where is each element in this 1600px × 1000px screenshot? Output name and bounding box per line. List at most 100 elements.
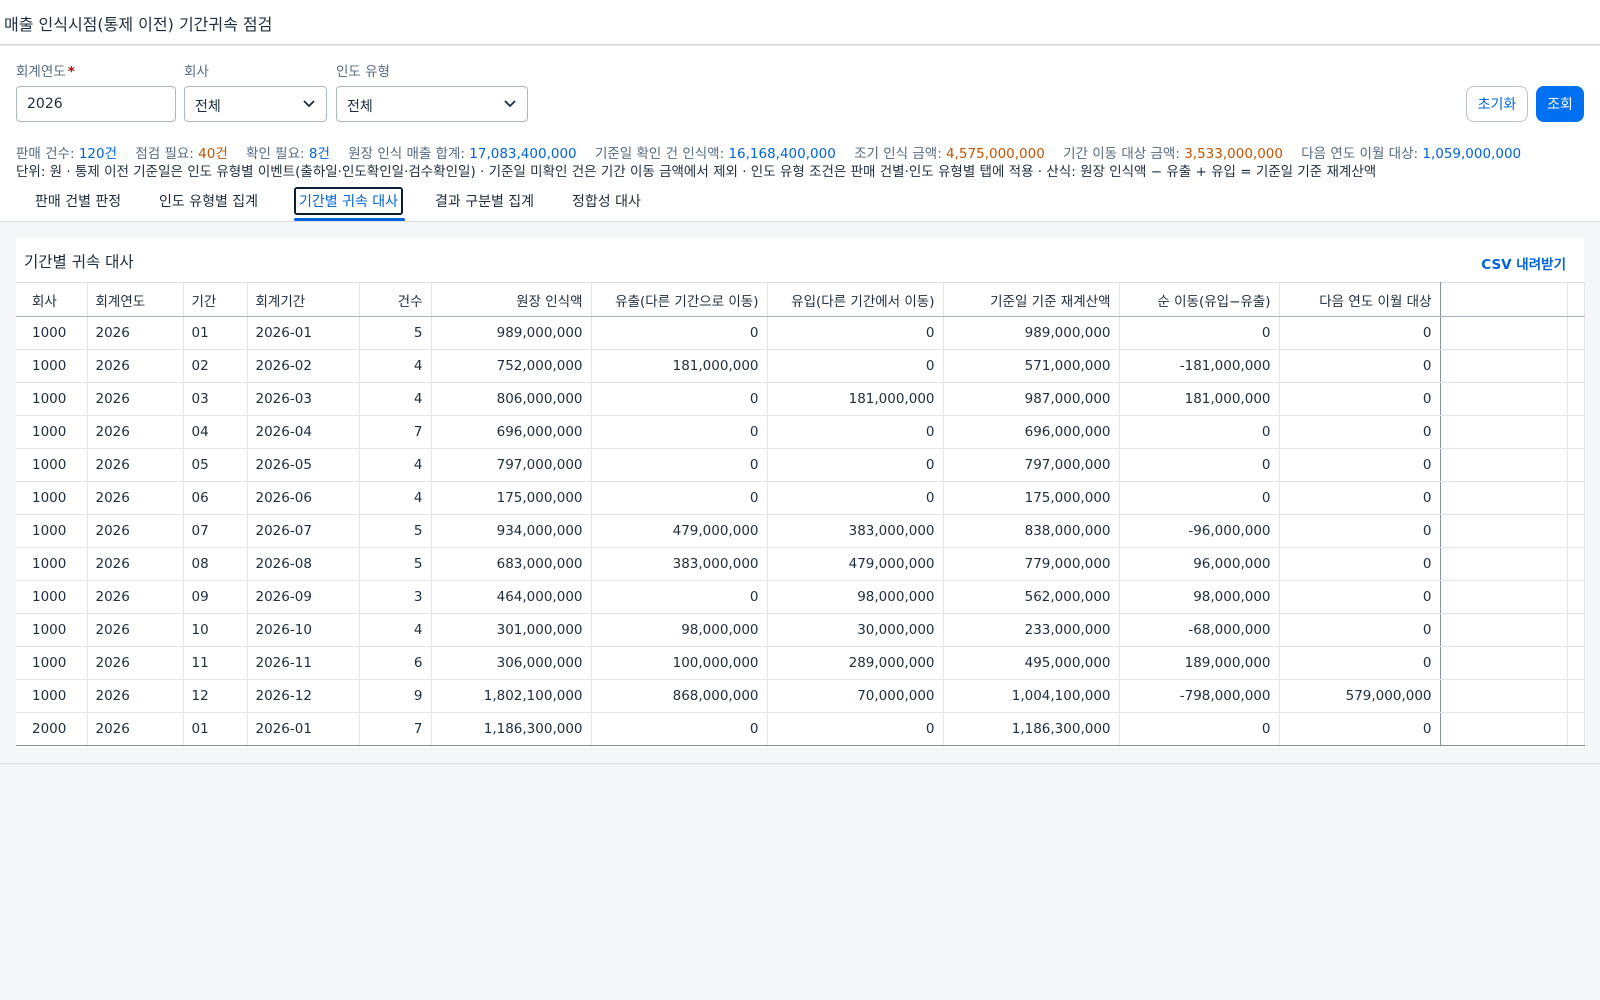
table-cell: 2026 (87, 481, 184, 515)
table-row[interactable]: 1000 2026 04 2026-04 7 696,000,000 0 0 696,000,0… (16, 415, 1585, 449)
tab-delivery-type-summary[interactable]: 인도 유형별 집계 (159, 191, 258, 211)
table-cell: 0 (1279, 514, 1441, 548)
table-row[interactable]: 2000 2026 01 2026-01 7 1,186,300,000 0 0 1,186,3… (16, 712, 1585, 746)
table-row[interactable]: 1000 2026 08 2026-08 5 683,000,000 383,000,000… (16, 547, 1585, 581)
table-cell: 1,186,300,000 (431, 712, 592, 746)
table-cell: 1000 (16, 349, 88, 383)
table-cell: 0 (1279, 382, 1441, 416)
table-cell: 0 (591, 316, 768, 350)
column-header[interactable]: 유출(다른 기간으로 이동) (591, 282, 768, 317)
table-cell: 233,000,000 (943, 613, 1120, 647)
delivery-type-select[interactable]: 전체 (336, 86, 528, 122)
table-cell: 7 (359, 415, 432, 449)
column-header[interactable]: 유입(다른 기간에서 이동) (767, 282, 944, 317)
filler-cell (1440, 679, 1568, 713)
table-cell: 0 (767, 316, 944, 350)
company-select[interactable]: 전체 (184, 86, 327, 122)
table-cell: 11 (183, 646, 248, 680)
table-cell: 1000 (16, 547, 88, 581)
table-row[interactable]: 1000 2026 09 2026-09 3 464,000,000 0 98,000,000… (16, 580, 1585, 614)
table-row[interactable]: 1000 2026 11 2026-11 6 306,000,000 100,000,000… (16, 646, 1585, 680)
table-cell: 571,000,000 (943, 349, 1120, 383)
table-cell: 01 (183, 712, 248, 746)
table-cell: 7 (359, 712, 432, 746)
table-cell: 1000 (16, 481, 88, 515)
column-header[interactable]: 다음 연도 이월 대상 (1279, 282, 1441, 317)
table-cell: 1000 (16, 679, 88, 713)
reconciliation-panel: 기간별 귀속 대사 CSV 내려받기 회사 회계연도 기간 회계기간 건수 원장… (16, 238, 1585, 748)
table-cell: 70,000,000 (767, 679, 944, 713)
table-cell: 12 (183, 679, 248, 713)
unit-note: 단위: 원 · 통제 이전 기준일은 인도 유형별 이벤트(출하일·인도확인일·… (16, 164, 1377, 180)
active-tab-indicator (294, 218, 405, 221)
reset-button[interactable]: 초기화 (1466, 86, 1528, 122)
year-label: 회계연도 * (16, 60, 75, 80)
filler-cell (1440, 349, 1568, 383)
table-cell: 1000 (16, 646, 88, 680)
tab-period-reconciliation[interactable]: 기간별 귀속 대사 (294, 187, 404, 215)
table-row[interactable]: 1000 2026 01 2026-01 5 989,000,000 0 0 989,000,0… (16, 316, 1585, 350)
table-row[interactable]: 1000 2026 12 2026-12 9 1,802,100,000 868,000,0… (16, 679, 1585, 713)
column-header[interactable]: 회계연도 (87, 282, 184, 317)
table-cell: 1000 (16, 613, 88, 647)
table-cell: 2026-09 (247, 580, 360, 614)
table-cell: 479,000,000 (591, 514, 768, 548)
table-cell: 683,000,000 (431, 547, 592, 581)
table-cell: 301,000,000 (431, 613, 592, 647)
search-button[interactable]: 조회 (1536, 86, 1584, 122)
table-cell: 0 (767, 712, 944, 746)
table-cell: 989,000,000 (431, 316, 592, 350)
column-header[interactable]: 기준일 기준 재계산액 (943, 282, 1120, 317)
table-cell: 0 (1119, 448, 1280, 482)
tab-result-category-summary[interactable]: 결과 구분별 집계 (435, 191, 534, 211)
table-cell: 03 (183, 382, 248, 416)
tab-consistency-check[interactable]: 정합성 대사 (572, 191, 641, 211)
filler-cell (1440, 514, 1568, 548)
filler-cell (1567, 613, 1585, 647)
table-cell: 0 (1119, 712, 1280, 746)
column-header[interactable]: 회계기간 (247, 282, 360, 317)
table-cell: 2026 (87, 613, 184, 647)
table-cell: 987,000,000 (943, 382, 1120, 416)
table-row[interactable]: 1000 2026 07 2026-07 5 934,000,000 479,000,000… (16, 514, 1585, 548)
table-row[interactable]: 1000 2026 10 2026-10 4 301,000,000 98,000,000 3… (16, 613, 1585, 647)
table-cell: 2026 (87, 580, 184, 614)
table-cell: 2026-01 (247, 712, 360, 746)
table-cell: 181,000,000 (1119, 382, 1280, 416)
filler-cell (1567, 349, 1585, 383)
year-input[interactable]: 2026 (16, 86, 176, 122)
table-cell: 181,000,000 (767, 382, 944, 416)
filler-cell (1567, 646, 1585, 680)
table-cell: 4 (359, 382, 432, 416)
filler-cell (1440, 448, 1568, 482)
table-cell: 0 (1119, 481, 1280, 515)
table-cell: 98,000,000 (591, 613, 768, 647)
column-header[interactable]: 순 이동(유입−유출) (1119, 282, 1280, 317)
table-cell: 2026-02 (247, 349, 360, 383)
csv-download-link[interactable]: CSV 내려받기 (1481, 253, 1566, 273)
column-header[interactable]: 건수 (359, 282, 432, 317)
filler-cell (1440, 316, 1568, 350)
table-cell: 96,000,000 (1119, 547, 1280, 581)
table-row[interactable]: 1000 2026 05 2026-05 4 797,000,000 0 0 797,000,0… (16, 448, 1585, 482)
table-row[interactable]: 1000 2026 02 2026-02 4 752,000,000 181,000,000… (16, 349, 1585, 383)
table-cell: 4 (359, 349, 432, 383)
table-cell: 0 (591, 382, 768, 416)
column-header[interactable]: 회사 (16, 282, 88, 317)
table-cell: 579,000,000 (1279, 679, 1441, 713)
table-row[interactable]: 1000 2026 06 2026-06 4 175,000,000 0 0 175,000,0… (16, 481, 1585, 515)
column-header[interactable]: 원장 인식액 (431, 282, 592, 317)
filler-cell (1567, 547, 1585, 581)
table-cell: 05 (183, 448, 248, 482)
table-cell: 495,000,000 (943, 646, 1120, 680)
column-header[interactable]: 기간 (183, 282, 248, 317)
tab-sales-item-judgement[interactable]: 판매 건별 판정 (35, 191, 121, 211)
summary-stats: 판매 건수: 120건 점검 필요: 40건 확인 필요: 8건 원장 인식 매… (16, 142, 1535, 162)
table-cell: 06 (183, 481, 248, 515)
table-cell: 0 (1119, 415, 1280, 449)
table-cell: 383,000,000 (767, 514, 944, 548)
table-cell: 0 (1279, 712, 1441, 746)
table-cell: 1,186,300,000 (943, 712, 1120, 746)
table-cell: 2026-03 (247, 382, 360, 416)
table-row[interactable]: 1000 2026 03 2026-03 4 806,000,000 0 181,000,00… (16, 382, 1585, 416)
